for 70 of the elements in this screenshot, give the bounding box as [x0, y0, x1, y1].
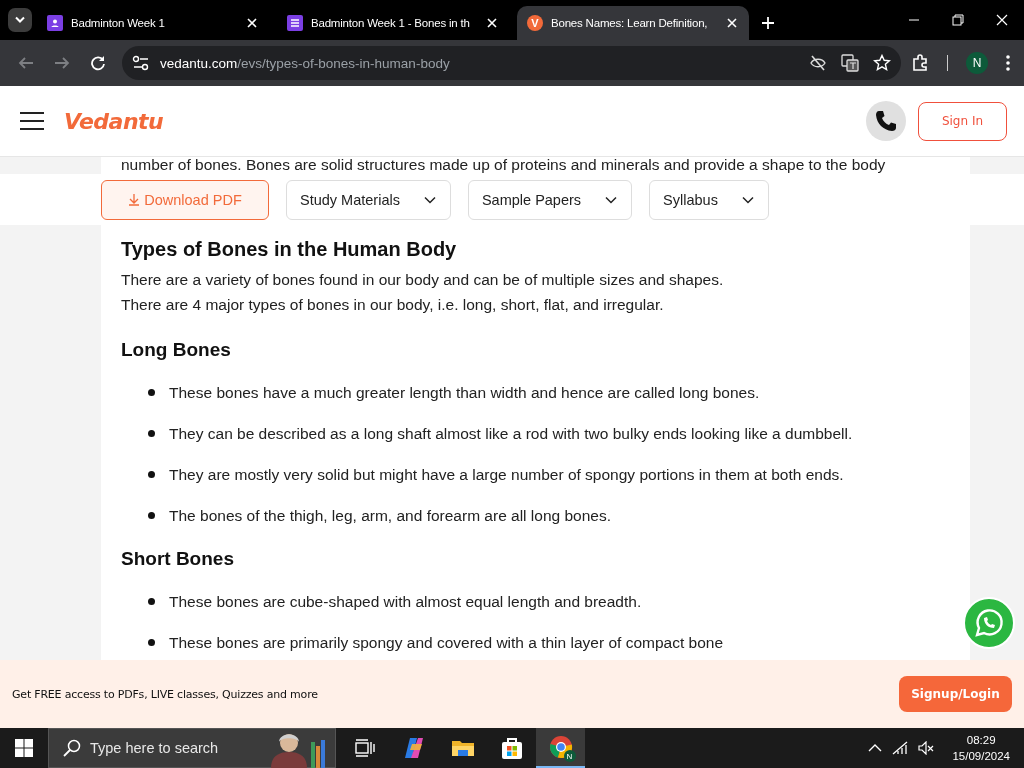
eye-off-icon[interactable]	[809, 54, 827, 72]
dropdown-button[interactable]: Syllabus	[649, 179, 769, 220]
close-icon[interactable]	[996, 14, 1008, 26]
section-heading: Short Bones	[121, 548, 235, 570]
taskbar-search-field[interactable]: Type here to search	[48, 728, 336, 768]
profile-avatar[interactable]: N	[966, 52, 988, 74]
close-icon[interactable]	[725, 16, 739, 30]
list-item: They are mostly very solid but might have a large number of spongy portions in them at both ends.	[169, 466, 844, 483]
search-placeholder: Type here to search	[90, 740, 220, 756]
sign-in-button[interactable]: Sign In	[918, 101, 1007, 141]
bullet-icon	[148, 471, 155, 478]
phone-icon	[875, 110, 897, 132]
chevron-down-icon	[15, 16, 25, 24]
browser-tab[interactable]: V Bones Names: Learn Definition,	[517, 6, 749, 40]
section-heading: Types of Bones in the Human Body	[121, 238, 458, 261]
extension-icon[interactable]	[911, 54, 929, 72]
promo-text: Get FREE access to PDFs, LIVE classes, Quizzes and more	[12, 687, 319, 701]
clock[interactable]: 08:29 15/09/2024	[952, 732, 1010, 764]
section-heading: Long Bones	[121, 339, 232, 361]
list-item: The bones of the thigh, leg, arm, and forearm are all long bones.	[169, 507, 611, 524]
paragraph: There are 4 major types of bones in our body, i.e. long, short, flat, and irregular.	[121, 295, 665, 315]
translate-icon[interactable]	[841, 54, 859, 72]
url-host: vedantu.com	[160, 55, 238, 71]
close-icon[interactable]	[485, 16, 499, 30]
address-bar[interactable]: vedantu.com/evs/types-of-bones-in-human-body	[122, 46, 901, 80]
menu-icon[interactable]	[1006, 55, 1010, 71]
menu-icon[interactable]	[20, 112, 44, 130]
list-item: They can be described as a long shaft almost like a rod with two bulky ends looking like a dumbbell.	[169, 425, 853, 442]
form-icon	[47, 15, 63, 31]
bullet-icon	[148, 389, 155, 396]
site-settings-icon[interactable]	[132, 55, 150, 71]
task-view-icon	[354, 739, 375, 757]
paragraph: number of bones. Bones are solid structures made up of proteins and minerals and provide a shape to the body	[121, 157, 887, 174]
list-icon	[287, 15, 303, 31]
reload-icon[interactable]	[90, 55, 106, 71]
search-icon	[63, 739, 81, 757]
phone-button[interactable]	[866, 101, 906, 141]
windows-icon[interactable]	[15, 739, 33, 757]
chrome-icon	[548, 735, 573, 759]
list-item: These bones are cube-shaped with almost equal length and breadth.	[169, 593, 642, 610]
url-path: /evs/types-of-bones-in-human-body	[237, 55, 450, 71]
date-text: 15/09/2024	[952, 749, 1010, 764]
dropdown-button[interactable]: Sample Papers	[467, 179, 633, 220]
chevron-down-icon	[741, 195, 754, 204]
time-text: 08:29	[966, 733, 996, 748]
chevron-up-icon[interactable]	[868, 744, 883, 752]
tab-search-button[interactable]	[8, 8, 32, 32]
browser-tab[interactable]: Badminton Week 1	[37, 6, 269, 40]
bullet-icon	[148, 598, 155, 605]
bullet-icon	[148, 639, 155, 646]
list-item: These bones are primarily spongy and covered with a thin layer of compact bone	[169, 634, 723, 651]
speaker-muted-icon[interactable]	[918, 741, 935, 755]
dropdown-button[interactable]: Study Materials	[286, 179, 451, 220]
list-item: These bones have a much greater length than width and hence are called long bones.	[169, 384, 760, 401]
close-icon[interactable]	[245, 16, 259, 30]
download-icon	[128, 193, 141, 206]
site-favicon: V	[527, 15, 543, 31]
taskbar-app-button[interactable]: N	[536, 728, 585, 768]
paragraph: There are a variety of bones found in our body and can be of multiple sizes and shapes.	[121, 270, 725, 290]
bullet-icon	[148, 430, 155, 437]
restore-icon[interactable]	[952, 14, 964, 26]
chevron-down-icon	[423, 195, 436, 204]
browser-tab[interactable]: Badminton Week 1 - Bones in th	[277, 6, 509, 40]
chevron-down-icon	[605, 195, 618, 204]
folder-icon	[450, 738, 475, 758]
star-icon[interactable]	[873, 54, 891, 72]
bullet-icon	[148, 512, 155, 519]
whatsapp-icon[interactable]	[963, 597, 1015, 649]
new-tab-icon[interactable]	[761, 16, 775, 30]
store-icon	[499, 736, 524, 760]
